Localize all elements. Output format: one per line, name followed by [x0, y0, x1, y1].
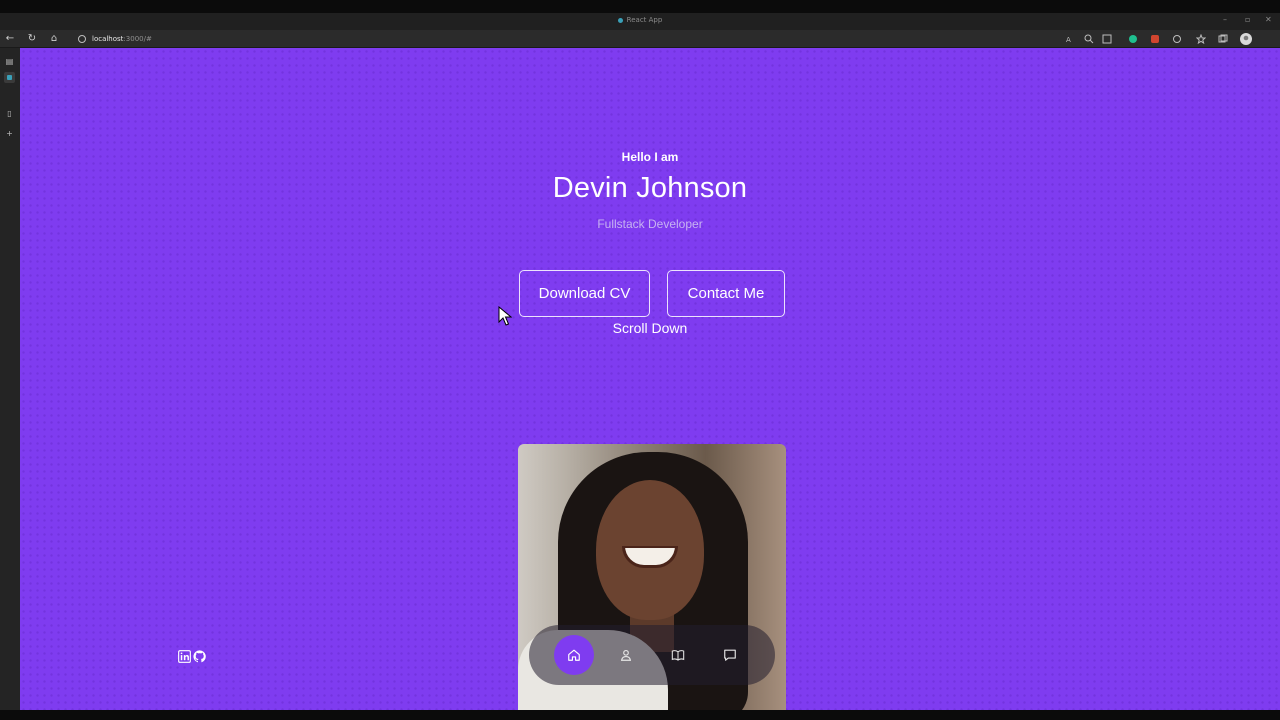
close-icon[interactable]: ✕ [1265, 15, 1272, 24]
favorite-add-icon[interactable] [1102, 34, 1112, 44]
nav-home[interactable] [554, 635, 594, 675]
back-icon[interactable]: ← [3, 32, 17, 46]
svg-text:A: A [1066, 36, 1071, 44]
greeting-text: Hello I am [621, 150, 679, 164]
url-path: :3000/# [123, 35, 152, 43]
extension-green-icon[interactable] [1128, 34, 1138, 44]
home-browser-icon[interactable]: ⌂ [47, 32, 61, 46]
site-info-icon[interactable] [78, 35, 86, 43]
zoom-icon[interactable] [1084, 34, 1094, 44]
bottom-nav [529, 625, 775, 685]
tab-title-text: React App [626, 16, 663, 24]
address-bar: ← ↻ ⌂ localhost:3000/# A [0, 30, 1280, 48]
favorites-icon[interactable] [1196, 34, 1206, 44]
tab-favicon-icon [617, 17, 623, 23]
role-text: Fullstack Developer [597, 217, 703, 231]
person-name: Devin Johnson [552, 172, 748, 204]
read-aloud-icon[interactable]: A [1066, 34, 1076, 44]
scroll-down-link[interactable]: Scroll Down [20, 320, 1280, 336]
mouse-cursor-icon [498, 306, 512, 326]
browser-sidebar: ▤ ▯ + [0, 48, 20, 710]
tab-actions-icon[interactable]: ▤ [4, 56, 15, 67]
window-titlebar: React App – ▫ ✕ [0, 13, 1280, 30]
social-links [178, 648, 206, 664]
message-icon [724, 649, 736, 661]
bottom-frame [0, 710, 1280, 720]
url-field[interactable]: localhost:3000/# [78, 32, 152, 46]
nav-contact[interactable] [710, 635, 750, 675]
vertical-tab-icon[interactable] [4, 72, 15, 83]
portfolio-page: Hello I am Devin Johnson Fullstack Devel… [20, 48, 1280, 710]
book-icon [671, 650, 685, 661]
reload-icon[interactable]: ↻ [25, 32, 39, 46]
home-icon [568, 649, 580, 661]
nav-experience[interactable] [658, 635, 698, 675]
maximize-icon[interactable]: ▫ [1245, 15, 1250, 24]
extensions-icon[interactable] [1172, 34, 1182, 44]
user-icon [620, 649, 632, 661]
nav-about[interactable] [606, 635, 646, 675]
profile-avatar-icon[interactable] [1240, 33, 1252, 45]
download-cv-button[interactable]: Download CV [519, 270, 650, 317]
linkedin-icon[interactable] [178, 649, 191, 663]
tab-title[interactable]: React App [0, 16, 1280, 24]
page-icon[interactable]: ▯ [4, 108, 15, 119]
new-tab-icon[interactable]: + [4, 128, 15, 139]
github-icon[interactable] [193, 649, 206, 663]
url-host: localhost [92, 35, 124, 43]
collections-icon[interactable] [1218, 34, 1228, 44]
minimize-icon[interactable]: – [1223, 15, 1227, 24]
contact-me-button[interactable]: Contact Me [667, 270, 785, 317]
top-frame [0, 0, 1280, 13]
extension-red-icon[interactable] [1150, 34, 1160, 44]
